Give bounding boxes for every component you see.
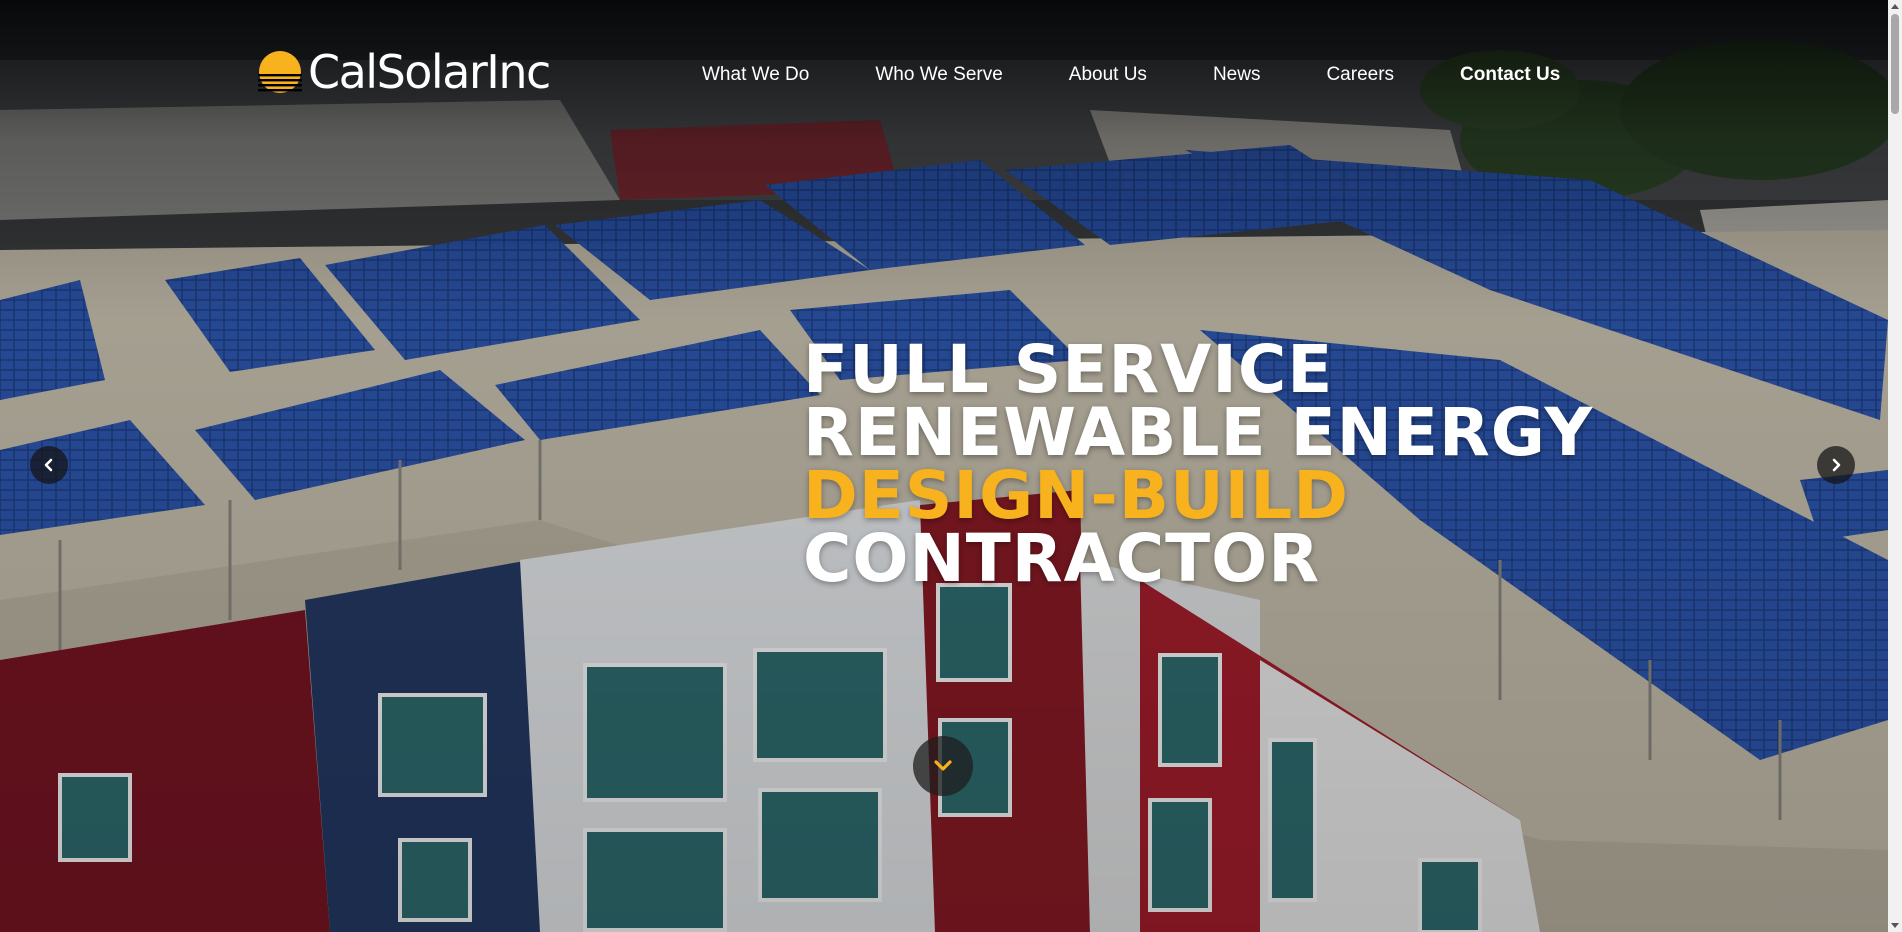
page: CalSolarInc What We Do Who We Serve Abou… [0, 0, 1902, 932]
nav-item-what-we-do[interactable]: What We Do [702, 64, 809, 86]
carousel-prev-button[interactable] [30, 446, 68, 484]
site-header: CalSolarInc What We Do Who We Serve Abou… [0, 0, 1888, 160]
chevron-down-icon [934, 760, 952, 771]
carousel-next-button[interactable] [1817, 446, 1855, 484]
scrollbar-thumb[interactable] [1891, 14, 1899, 114]
headline-line-4: CONTRACTOR [803, 520, 1321, 597]
main-nav: What We Do Who We Serve About Us News Ca… [702, 64, 1560, 86]
nav-item-who-we-serve[interactable]: Who We Serve [875, 64, 1002, 86]
scroll-down-arrow-icon[interactable] [1891, 923, 1899, 928]
sun-sunset-icon [258, 51, 302, 93]
logo-link[interactable]: CalSolarInc [258, 45, 551, 99]
chevron-right-icon [1832, 458, 1841, 472]
chevron-left-icon [44, 458, 53, 472]
nav-item-news[interactable]: News [1213, 64, 1261, 86]
headline-line-1: FULL SERVICE [803, 331, 1334, 408]
brand-name: CalSolarInc [308, 45, 551, 99]
nav-item-contact-us[interactable]: Contact Us [1460, 64, 1560, 86]
headline-line-2: RENEWABLE ENERGY [803, 394, 1594, 471]
headline-line-3-accent: DESIGN-BUILD [803, 457, 1350, 534]
nav-item-about-us[interactable]: About Us [1069, 64, 1147, 86]
hero-headline: FULL SERVICE RENEWABLE ENERGY DESIGN-BUI… [803, 331, 1594, 597]
nav-item-careers[interactable]: Careers [1326, 64, 1394, 86]
page-scrollbar[interactable] [1888, 0, 1902, 932]
scroll-down-button[interactable] [913, 736, 973, 796]
scroll-up-arrow-icon[interactable] [1891, 4, 1899, 9]
